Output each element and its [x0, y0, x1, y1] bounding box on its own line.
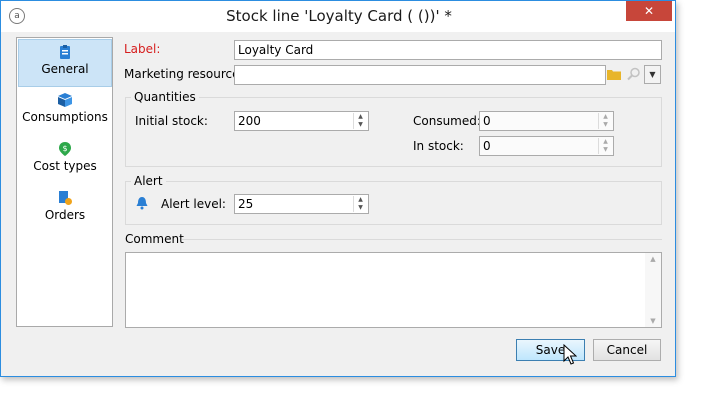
quantities-group — [125, 97, 662, 167]
alert-level-caption: Alert level: — [161, 197, 226, 211]
marketing-resource-caption: Marketing resource: — [124, 67, 244, 81]
stepper-arrows[interactable]: ▲ ▼ — [353, 196, 367, 212]
sidebar-item-orders[interactable]: Orders — [18, 186, 112, 234]
sidebar-item-label: Orders — [44, 208, 86, 222]
folder-icon[interactable] — [607, 68, 622, 81]
mouse-cursor-icon — [563, 344, 577, 365]
comment-label: Comment — [125, 232, 184, 246]
sidebar-item-label: Cost types — [33, 159, 97, 173]
svg-text:$: $ — [62, 144, 67, 153]
sidebar-item-label: General — [41, 62, 89, 76]
bell-icon — [136, 197, 148, 210]
money-icon: $ — [59, 142, 71, 156]
comment-textarea[interactable]: ▲ ▼ — [125, 252, 662, 328]
consumed-value: 0 — [483, 114, 491, 128]
sidebar-item-general[interactable]: General — [18, 39, 112, 87]
consumed-stepper[interactable]: 0 ▲ ▼ — [479, 111, 614, 131]
comment-divider — [182, 239, 662, 240]
marketing-resource-input[interactable] — [234, 65, 606, 85]
stepper-arrows[interactable]: ▲ ▼ — [598, 138, 612, 154]
title-bar: a Stock line 'Loyalty Card ( ())' * ✕ — [1, 1, 675, 32]
magnifier-icon[interactable] — [627, 67, 641, 81]
sidebar-item-cost-types[interactable]: $ Cost types — [18, 137, 112, 185]
alert-level-stepper[interactable]: 25 ▲ ▼ — [234, 194, 369, 214]
label-caption: Label: — [124, 42, 161, 56]
window-title: Stock line 'Loyalty Card ( ())' * — [226, 7, 452, 25]
stepper-arrows[interactable]: ▲ ▼ — [353, 113, 367, 129]
cancel-button[interactable]: Cancel — [593, 339, 661, 361]
scrollbar[interactable]: ▲ ▼ — [645, 253, 661, 327]
order-icon — [59, 191, 72, 205]
sidebar: General Consumptions $ Cost types Orders — [16, 37, 113, 327]
quantities-group-label: Quantities — [131, 90, 199, 104]
in-stock-value: 0 — [483, 139, 491, 153]
consumed-caption: Consumed: — [413, 114, 481, 128]
initial-stock-caption: Initial stock: — [135, 114, 208, 128]
chevron-down-icon[interactable]: ▼ — [644, 65, 661, 84]
stepper-arrows[interactable]: ▲ ▼ — [598, 113, 612, 129]
in-stock-caption: In stock: — [413, 139, 464, 153]
dialog-window: a Stock line 'Loyalty Card ( ())' * ✕ Ge… — [0, 0, 676, 377]
initial-stock-stepper[interactable]: 200 ▲ ▼ — [234, 111, 369, 131]
in-stock-stepper[interactable]: 0 ▲ ▼ — [479, 136, 614, 156]
clipboard-icon — [60, 45, 70, 59]
sidebar-item-label: Consumptions — [22, 110, 108, 124]
label-input[interactable]: Loyalty Card — [234, 40, 662, 60]
initial-stock-value: 200 — [238, 114, 261, 128]
close-button[interactable]: ✕ — [626, 1, 672, 21]
boxes-icon — [58, 93, 72, 107]
sidebar-item-consumptions[interactable]: Consumptions — [18, 88, 112, 136]
alert-group-label: Alert — [131, 174, 166, 188]
alert-level-value: 25 — [238, 197, 254, 211]
